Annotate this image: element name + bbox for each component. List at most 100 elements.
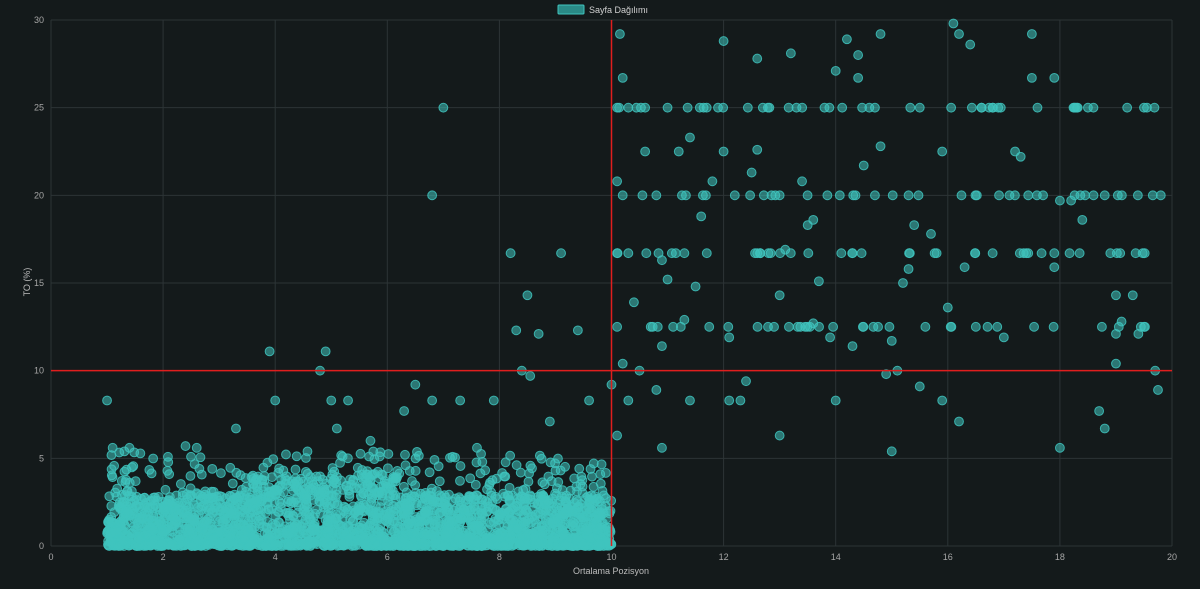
data-point-cluster — [244, 540, 255, 551]
data-point — [124, 442, 135, 453]
y-tick-label: 20 — [34, 190, 44, 200]
data-point-row — [913, 190, 924, 201]
data-point-row — [905, 102, 916, 113]
data-point — [914, 381, 925, 392]
data-point-row — [1048, 321, 1059, 332]
data-point — [550, 465, 561, 476]
data-point — [1088, 190, 1099, 201]
y-tick-label: 25 — [34, 103, 44, 113]
data-point-row — [970, 190, 981, 201]
data-point — [853, 72, 864, 83]
data-point-cluster — [367, 510, 378, 521]
data-point — [970, 321, 981, 332]
data-point-cluster — [331, 513, 341, 524]
data-point-cluster — [456, 538, 467, 549]
data-point-cluster — [185, 471, 196, 481]
data-point-cluster — [527, 505, 538, 515]
data-point-cluster — [253, 515, 264, 526]
legend[interactable]: Sayfa Dağılımı — [557, 4, 648, 15]
data-point-row — [946, 102, 957, 113]
data-point-cluster — [426, 487, 436, 498]
data-point — [965, 39, 976, 50]
data-point-cluster — [261, 541, 272, 551]
data-point-cluster — [157, 529, 168, 539]
data-point-cluster — [491, 522, 502, 533]
data-point-cluster — [299, 501, 310, 512]
data-point-cluster — [565, 485, 576, 496]
data-point-cluster — [463, 512, 474, 522]
data-point-cluster — [135, 448, 146, 459]
data-point — [1153, 385, 1163, 395]
data-point-row — [652, 321, 663, 332]
data-point — [920, 321, 931, 332]
data-point-cluster — [499, 491, 510, 502]
data-point-cluster — [232, 499, 243, 510]
data-point — [870, 102, 880, 113]
data-point-cluster — [203, 505, 214, 516]
data-point — [707, 176, 718, 187]
data-point-cluster — [276, 498, 286, 509]
data-point-cluster — [164, 469, 175, 480]
data-point-cluster — [120, 477, 131, 488]
data-point — [813, 276, 824, 287]
data-point — [556, 248, 566, 259]
data-point — [623, 395, 634, 406]
data-point-cluster — [275, 490, 285, 501]
data-point-cluster — [241, 486, 251, 497]
data-point — [948, 18, 959, 29]
data-point-cluster — [329, 466, 340, 477]
data-point-cluster — [600, 500, 611, 511]
data-point-cluster — [455, 461, 466, 471]
data-point-row — [868, 321, 879, 332]
data-point-cluster — [389, 516, 400, 527]
data-point — [752, 144, 763, 155]
data-point-cluster — [430, 512, 441, 522]
data-point-row — [822, 190, 833, 201]
data-point — [1111, 358, 1121, 369]
data-point-cluster — [383, 449, 394, 459]
data-point — [662, 274, 673, 285]
data-point-row — [637, 190, 648, 201]
data-point-row — [797, 102, 808, 113]
data-point-row — [946, 321, 957, 332]
x-tick-label: 8 — [497, 552, 502, 562]
data-point-row — [984, 102, 995, 113]
data-point — [1032, 102, 1043, 113]
data-point-cluster — [289, 518, 300, 528]
data-point-cluster — [339, 528, 349, 538]
data-point-cluster — [302, 446, 313, 457]
data-point — [937, 146, 948, 157]
data-point-cluster — [300, 483, 311, 494]
data-point — [651, 190, 662, 201]
data-point — [690, 281, 701, 292]
data-point-cluster — [359, 506, 369, 517]
data-point-row — [675, 321, 686, 332]
data-point — [617, 72, 628, 83]
data-point — [623, 248, 634, 259]
data-point-cluster — [311, 471, 322, 482]
data-point — [1049, 248, 1060, 259]
data-point — [662, 102, 673, 113]
data-point-row — [857, 321, 868, 332]
data-point-cluster — [438, 541, 448, 551]
data-point — [657, 341, 667, 352]
data-point — [679, 248, 690, 259]
data-point-cluster — [556, 510, 567, 521]
data-point-cluster — [444, 489, 454, 500]
data-point — [107, 442, 118, 453]
data-point — [1026, 29, 1037, 39]
data-point — [701, 248, 712, 259]
data-point-cluster — [512, 523, 523, 534]
data-point-row — [857, 102, 868, 113]
data-point-row — [1088, 102, 1099, 113]
data-point-cluster — [380, 510, 391, 521]
data-point-row — [824, 102, 835, 113]
data-point-cluster — [472, 538, 483, 549]
data-point-row — [1036, 248, 1047, 259]
data-point — [909, 220, 920, 231]
data-point-cluster — [372, 490, 383, 501]
data-point — [270, 395, 281, 406]
data-point-cluster — [388, 506, 399, 517]
data-point-row — [745, 190, 756, 201]
data-point-cluster — [143, 511, 154, 521]
